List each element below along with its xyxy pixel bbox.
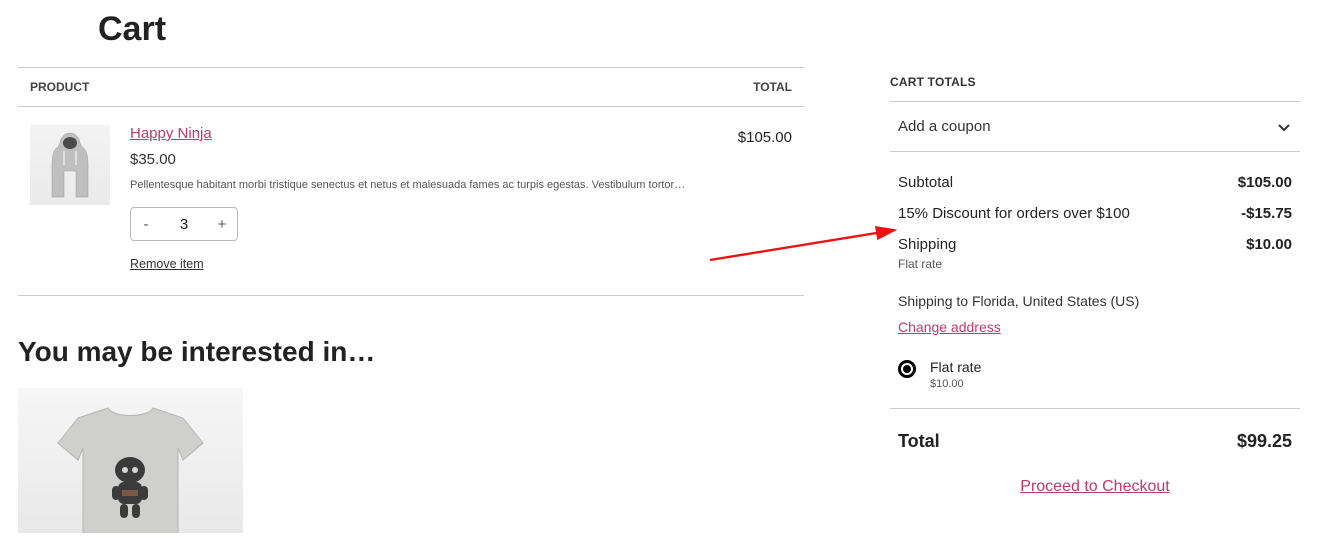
col-product-label: PRODUCT (30, 80, 712, 94)
grand-total-label: Total (898, 431, 1237, 452)
cart-totals-heading: CART TOTALS (890, 75, 1300, 89)
shipping-destination: Shipping to Florida, United States (US) (898, 293, 1292, 309)
grand-total-value: $99.25 (1237, 431, 1292, 452)
cart-table-header: PRODUCT TOTAL (18, 67, 804, 107)
quantity-stepper: - 3 + (130, 207, 238, 241)
product-thumbnail[interactable] (30, 125, 110, 205)
discount-label: 15% Discount for orders over $100 (898, 205, 1241, 222)
product-description: Pellentesque habitant morbi tristique se… (130, 178, 712, 193)
qty-decrease-button[interactable]: - (131, 216, 161, 233)
subtotal-label: Subtotal (898, 174, 1238, 191)
shipping-method: Flat rate (898, 257, 1246, 271)
coupon-label: Add a coupon (898, 118, 1276, 135)
qty-value[interactable]: 3 (161, 216, 207, 233)
product-name-link[interactable]: Happy Ninja (130, 125, 212, 142)
cart-item-row: Happy Ninja $35.00 Pellentesque habitant… (18, 107, 804, 296)
shipping-label: Shipping (898, 236, 956, 253)
shipping-option-radio[interactable] (898, 360, 916, 378)
subtotal-value: $105.00 (1238, 174, 1292, 191)
cross-sell-heading: You may be interested in… (18, 336, 804, 368)
proceed-to-checkout-link[interactable]: Proceed to Checkout (1020, 478, 1169, 495)
line-total: $105.00 (712, 125, 792, 273)
discount-value: -$15.75 (1241, 205, 1292, 222)
qty-increase-button[interactable]: + (207, 216, 237, 233)
cross-sell-product[interactable] (18, 388, 243, 533)
add-coupon-toggle[interactable]: Add a coupon (890, 101, 1300, 152)
col-total-label: TOTAL (712, 80, 792, 94)
chevron-down-icon (1276, 119, 1292, 135)
page-title: Cart (98, 10, 804, 49)
change-address-link[interactable]: Change address (898, 319, 1001, 335)
shipping-value: $10.00 (1246, 236, 1292, 253)
shipping-option-price: $10.00 (930, 378, 981, 390)
remove-item-link[interactable]: Remove item (130, 257, 204, 271)
product-unit-price: $35.00 (130, 151, 712, 168)
shipping-option-label: Flat rate (930, 359, 981, 375)
